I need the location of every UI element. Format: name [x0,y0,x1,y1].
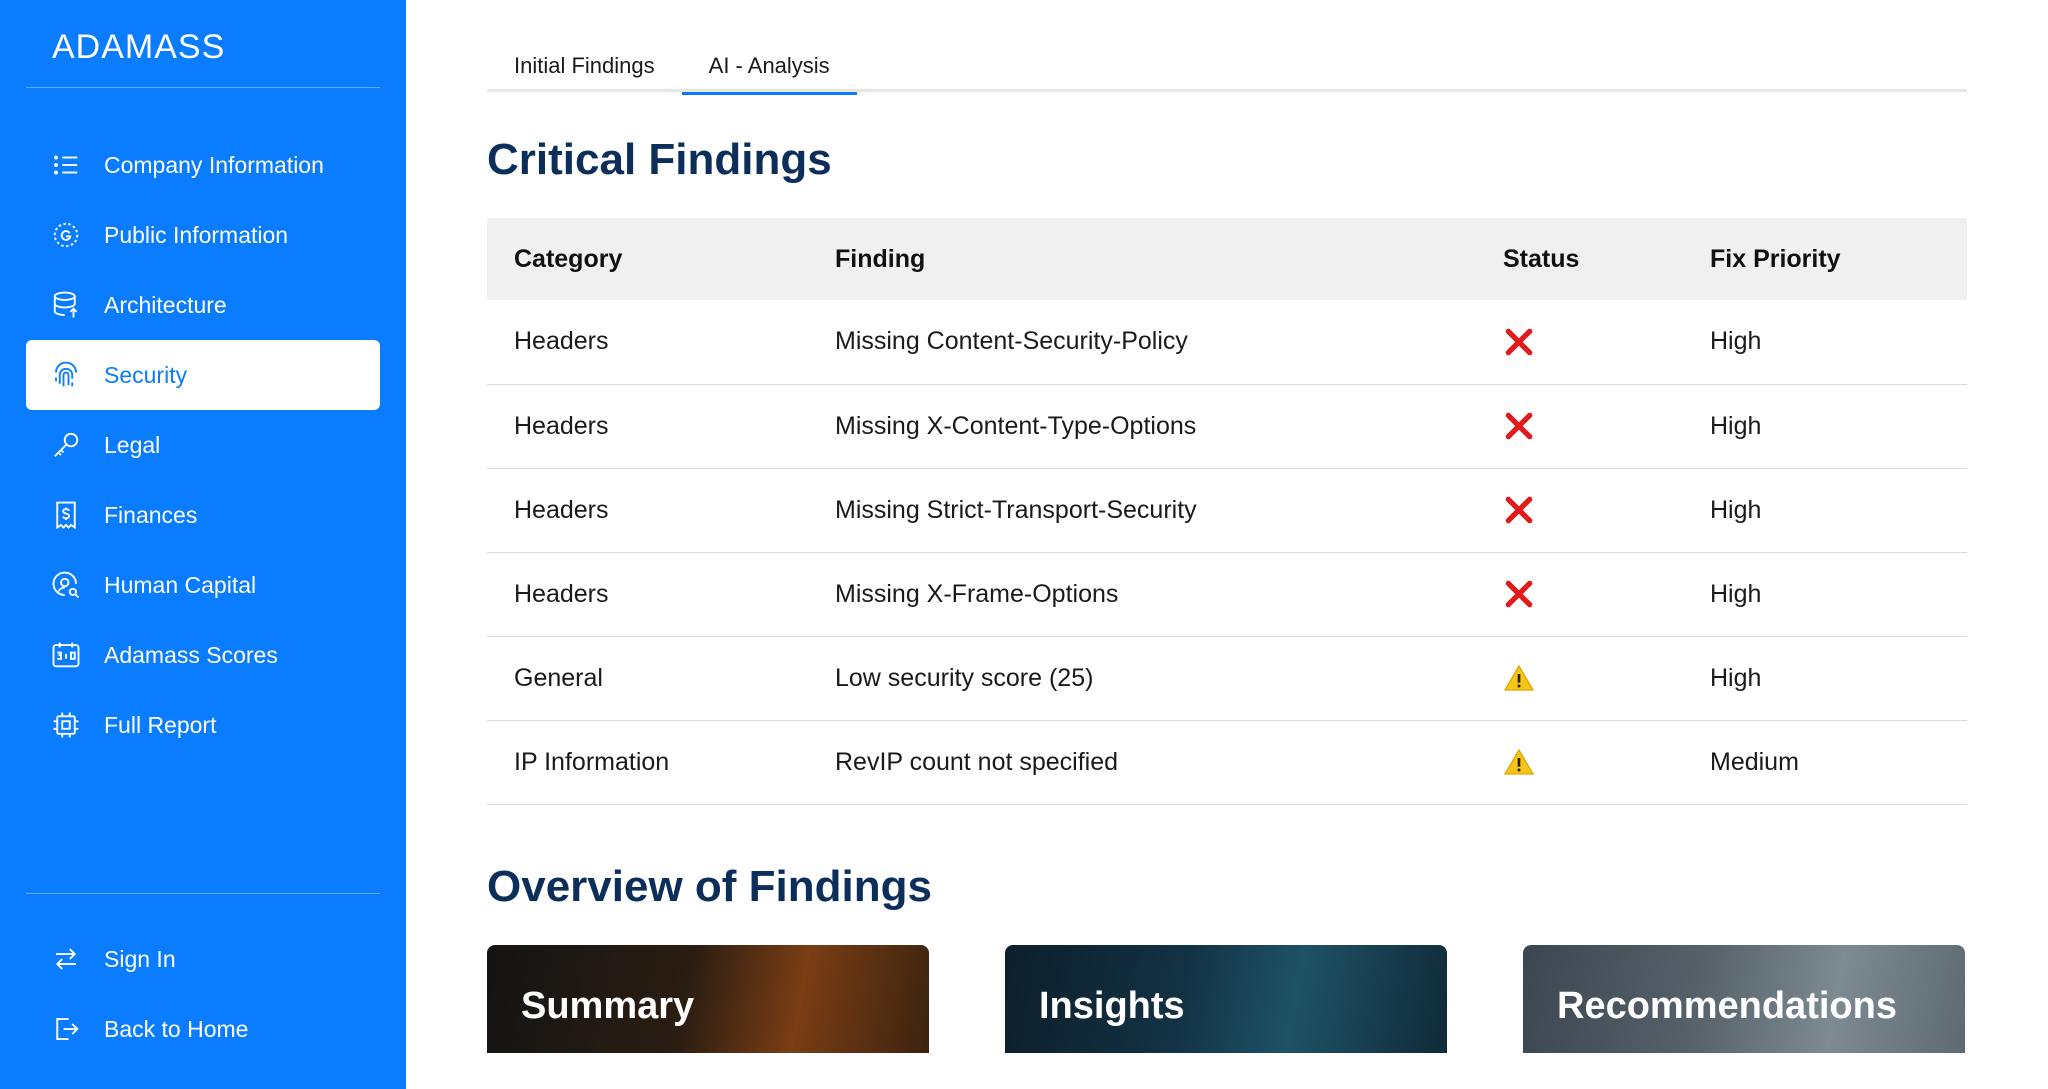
column-header-category: Category [514,244,623,273]
sidebar-item-adamass-scores[interactable]: Adamass Scores [26,620,380,690]
sidebar-item-label: Legal [104,431,161,458]
key-icon [50,429,82,461]
cell-finding: Missing Content-Security-Policy [808,300,1476,385]
sidebar-divider-bottom [26,893,380,894]
cell-status [1476,300,1683,385]
tab-bar: Initial Findings AI - Analysis [487,40,1967,95]
scoreboard-icon [50,639,82,671]
sidebar-item-label: Adamass Scores [104,641,278,668]
critical-findings-table: Category Finding Status Fix Priority Hea… [487,218,1967,805]
sidebar-item-label: Public Information [104,221,289,248]
cell-category: Headers [487,300,808,385]
table-row: General Low security score (25) High [487,636,1967,721]
recommendations-card[interactable]: Recommendations [1523,945,1965,1053]
cell-priority: High [1683,468,1967,553]
card-title: Summary [521,985,695,1027]
cell-finding: Missing X-Content-Type-Options [808,384,1476,469]
sidebar-item-back-to-home[interactable]: Back to Home [26,994,380,1064]
sidebar-nav: Company Information Public Information A… [26,130,380,760]
chip-icon [50,709,82,741]
cell-status [1476,552,1683,637]
sidebar-item-label: Full Report [104,711,217,738]
table-header-row: Category Finding Status Fix Priority [487,218,1967,300]
user-search-icon [50,569,82,601]
insights-card[interactable]: Insights [1005,945,1447,1053]
database-icon [50,289,82,321]
cell-priority: High [1683,384,1967,469]
sidebar-item-label: Security [104,361,188,388]
cell-finding: Missing Strict-Transport-Security [808,468,1476,553]
table-row: Headers Missing X-Content-Type-Options H… [487,384,1967,469]
table-row: Headers Missing Content-Security-Policy … [487,300,1967,385]
card-title: Insights [1039,985,1185,1027]
sidebar-item-company-information[interactable]: Company Information [26,130,380,200]
sidebar-item-public-information[interactable]: Public Information [26,200,380,270]
sidebar-divider-top [26,87,380,88]
google-icon [50,219,82,251]
fail-icon [1503,494,1683,526]
cell-finding: Low security score (25) [808,636,1476,721]
fail-icon [1503,410,1683,442]
cell-category: IP Information [487,720,808,805]
summary-card[interactable]: Summary [487,945,929,1053]
table-row: Headers Missing X-Frame-Options High [487,552,1967,637]
warning-icon [1503,746,1683,778]
sidebar-item-human-capital[interactable]: Human Capital [26,550,380,620]
logout-icon [50,1013,82,1045]
table-row: Headers Missing Strict-Transport-Securit… [487,468,1967,553]
tab-initial-findings[interactable]: Initial Findings [487,40,682,92]
sidebar-item-label: Company Information [104,151,324,178]
sidebar-item-label: Human Capital [104,571,257,598]
sidebar-item-architecture[interactable]: Architecture [26,270,380,340]
sidebar-item-security[interactable]: Security [26,340,380,410]
tab-ai-analysis[interactable]: AI - Analysis [681,40,857,95]
cell-category: Headers [487,384,808,469]
sidebar-bottom-nav: Sign In Back to Home [26,924,380,1064]
cell-priority: High [1683,636,1967,721]
sidebar: ADAMASS Company Information Public Infor… [0,0,406,1089]
list-icon [50,149,82,181]
receipt-dollar-icon [50,499,82,531]
arrows-swap-icon [50,943,82,975]
card-title: Recommendations [1557,985,1897,1027]
sidebar-item-finances[interactable]: Finances [26,480,380,550]
sidebar-item-sign-in[interactable]: Sign In [26,924,380,994]
overview-heading: Overview of Findings [487,862,932,911]
table-row: IP Information RevIP count not specified… [487,720,1967,805]
sidebar-item-legal[interactable]: Legal [26,410,380,480]
sidebar-item-label: Sign In [104,945,176,972]
app-logo[interactable]: ADAMASS [52,28,225,67]
sidebar-item-full-report[interactable]: Full Report [26,690,380,760]
cell-priority: Medium [1683,720,1967,805]
sidebar-item-label: Finances [104,501,198,528]
cell-status [1476,468,1683,553]
fail-icon [1503,326,1683,358]
cell-status [1476,636,1683,721]
column-header-fix-priority: Fix Priority [1710,244,1841,273]
cell-priority: High [1683,552,1967,637]
cell-status [1476,384,1683,469]
cell-finding: Missing X-Frame-Options [808,552,1476,637]
overview-cards: Summary Insights Recommendations [487,945,1967,1053]
column-header-finding: Finding [835,244,926,273]
page-bottom-edge [406,1053,2048,1089]
cell-category: Headers [487,552,808,637]
cell-finding: RevIP count not specified [808,720,1476,805]
cell-status [1476,720,1683,805]
sidebar-item-label: Back to Home [104,1015,249,1042]
cell-priority: High [1683,300,1967,385]
warning-icon [1503,662,1683,694]
fingerprint-icon [50,359,82,391]
column-header-status: Status [1503,244,1580,273]
sidebar-item-label: Architecture [104,291,227,318]
critical-findings-heading: Critical Findings [487,135,832,184]
cell-category: General [487,636,808,721]
cell-category: Headers [487,468,808,553]
fail-icon [1503,578,1683,610]
